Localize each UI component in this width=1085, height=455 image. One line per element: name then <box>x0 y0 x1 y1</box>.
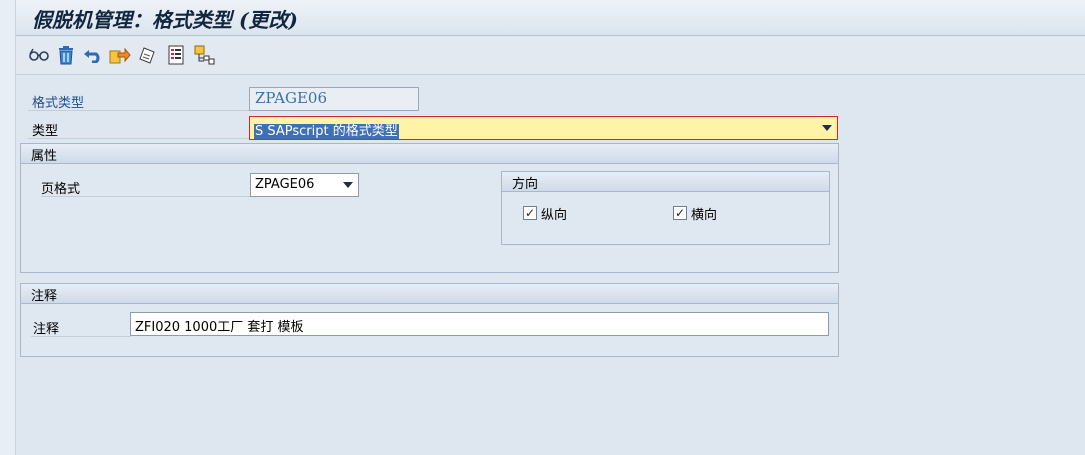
application-toolbar <box>16 37 1085 75</box>
comment-field[interactable]: ZFI020 1000工厂 套打 模板 <box>130 312 829 336</box>
format-type-label: 格式类型 <box>32 96 85 111</box>
comment-label: 注释 <box>33 322 60 337</box>
label-underline <box>28 138 250 139</box>
label-underline <box>28 110 250 111</box>
type-dropdown-value: S SAPscript 的格式类型 <box>254 124 399 139</box>
hierarchy-icon[interactable] <box>193 44 215 66</box>
landscape-checkbox[interactable]: ✓ <box>673 206 687 220</box>
page-format-dropdown[interactable]: ZPAGE06 <box>250 173 359 197</box>
portrait-label: 纵向 <box>541 208 568 223</box>
label-underline <box>41 196 251 197</box>
undo-icon[interactable] <box>82 44 104 66</box>
comments-group-header: 注释 <box>21 284 838 304</box>
attributes-group-header: 属性 <box>21 144 838 164</box>
attributes-group: 属性 页格式 ZPAGE06 方向 ✓ 纵向 ✓ 横向 <box>20 143 839 273</box>
glasses-icon[interactable] <box>28 44 50 66</box>
chevron-down-icon[interactable] <box>343 182 353 188</box>
orientation-group-header: 方向 <box>502 172 829 192</box>
chevron-down-icon[interactable] <box>822 125 832 131</box>
portrait-checkbox[interactable]: ✓ <box>523 206 537 220</box>
comments-group: 注释 注释 ZFI020 1000工厂 套打 模板 <box>20 283 839 357</box>
transfer-icon[interactable] <box>109 44 131 66</box>
page-format-label: 页格式 <box>41 182 81 197</box>
page-title: 假脱机管理：格式类型 (更改) <box>32 8 298 32</box>
edit-icon[interactable] <box>137 44 159 66</box>
type-label: 类型 <box>32 124 59 139</box>
format-type-field: ZPAGE06 <box>249 87 419 111</box>
label-underline <box>31 336 131 337</box>
landscape-label: 横向 <box>691 208 718 223</box>
orientation-group: 方向 ✓ 纵向 ✓ 横向 <box>501 171 830 245</box>
type-dropdown[interactable]: S SAPscript 的格式类型 <box>249 116 838 140</box>
left-edge-strip <box>0 0 16 455</box>
trash-icon[interactable] <box>55 44 77 66</box>
page-format-value: ZPAGE06 <box>255 177 315 192</box>
list-icon[interactable] <box>165 44 187 66</box>
main-content: 格式类型 ZPAGE06 类型 S SAPscript 的格式类型 属性 页格式… <box>16 76 1085 455</box>
title-bar: 假脱机管理：格式类型 (更改) <box>16 0 1085 36</box>
